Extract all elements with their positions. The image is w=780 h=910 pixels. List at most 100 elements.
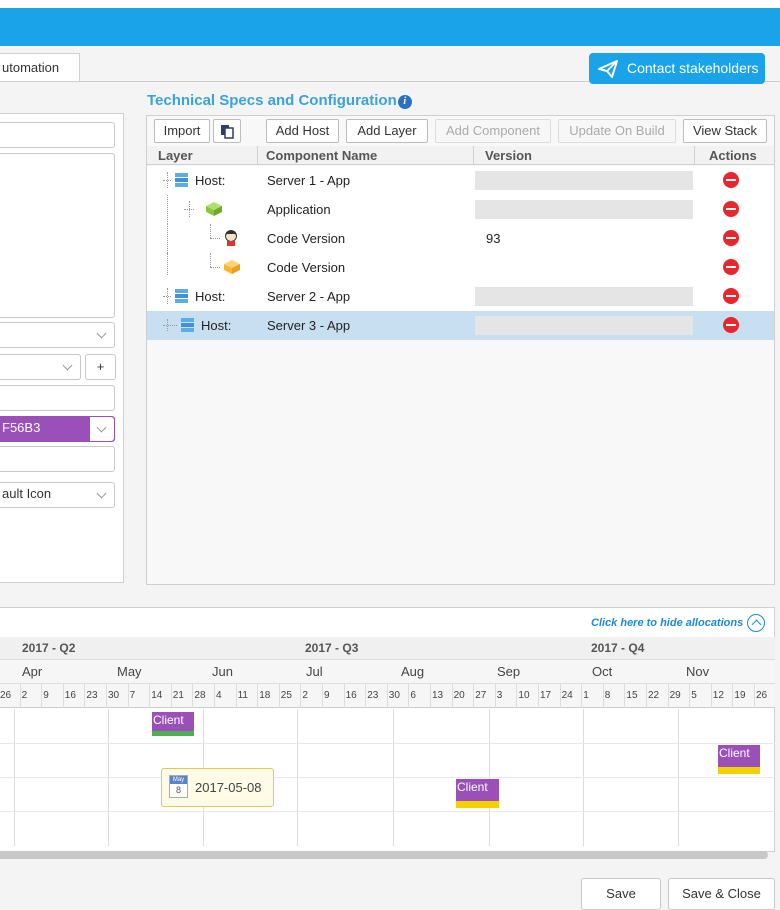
week-divider (343, 684, 345, 708)
column-divider (473, 146, 474, 165)
week-divider (516, 684, 518, 708)
tree-connector (167, 288, 168, 304)
row-version: 93 (486, 231, 501, 246)
table-row[interactable]: Code Version 93 (147, 224, 774, 253)
add-category-button[interactable]: + (85, 354, 116, 380)
week-divider (192, 684, 194, 708)
delete-icon[interactable] (723, 172, 739, 188)
delete-icon[interactable] (723, 230, 739, 246)
color-select[interactable]: F56B3 (0, 416, 115, 442)
week-divider (257, 684, 259, 708)
delete-icon[interactable] (723, 288, 739, 304)
version-field[interactable] (475, 171, 693, 190)
chevron-down-icon (96, 328, 107, 339)
info-icon[interactable]: i (397, 95, 412, 109)
row-layer: Host: (201, 318, 232, 333)
table-row[interactable]: Code Version (147, 253, 774, 282)
allocation-block[interactable]: Client (718, 745, 760, 774)
week-label: 2 (302, 690, 308, 701)
allocation-status-bar (456, 801, 499, 808)
add-layer-button[interactable]: Add Layer (346, 119, 428, 143)
table-row[interactable]: Host: Server 2 - App (147, 282, 774, 311)
week-divider (451, 684, 453, 708)
notes-field[interactable] (0, 446, 115, 472)
week-label: 10 (518, 690, 530, 701)
week-label: 16 (64, 690, 76, 701)
month-label: Oct (592, 664, 613, 679)
delete-icon[interactable] (723, 259, 739, 275)
delete-icon[interactable] (723, 201, 739, 217)
date-tooltip: May 8 2017-05-08 (161, 768, 274, 807)
week-divider (624, 684, 626, 708)
week-divider (62, 684, 64, 708)
month-label: May (117, 664, 142, 679)
add-host-button[interactable]: Add Host (266, 119, 339, 143)
week-label: 27 (475, 690, 487, 701)
month-label: Jun (212, 664, 233, 679)
view-stack-button[interactable]: View Stack (683, 119, 767, 143)
cube-icon (206, 202, 222, 216)
week-divider (214, 684, 215, 708)
update-on-build-button[interactable]: Update On Build (558, 119, 676, 143)
server-icon (175, 289, 188, 303)
week-label: 2 (21, 690, 28, 701)
grid-row-line (0, 811, 775, 812)
column-divider (257, 146, 258, 165)
category-select[interactable] (0, 354, 81, 380)
name-field[interactable] (0, 122, 115, 148)
tree-connector (167, 224, 168, 253)
week-divider (84, 684, 86, 708)
allocation-block[interactable]: Client (456, 779, 499, 808)
week-divider (149, 684, 151, 708)
tree-connector (163, 325, 177, 326)
delete-icon[interactable] (723, 317, 739, 333)
week-label: 16 (345, 690, 357, 701)
owner-field[interactable] (0, 385, 115, 411)
table-row[interactable]: Host: Server 1 - App (147, 166, 774, 195)
week-label: 23 (367, 690, 379, 701)
week-divider (646, 684, 647, 708)
color-value: F56B3 (2, 420, 41, 435)
specs-title-text: Technical Specs and Configuration (147, 92, 397, 109)
add-component-button[interactable]: Add Component (435, 119, 551, 143)
week-label: 25 (280, 690, 292, 701)
version-field[interactable] (475, 200, 693, 219)
week-divider (127, 684, 129, 708)
week-divider (494, 684, 496, 708)
week-divider (667, 684, 669, 708)
row-component: Server 1 - App (267, 173, 351, 188)
week-divider (710, 684, 712, 708)
week-label: 30 (388, 690, 400, 701)
table-row[interactable]: Application (147, 195, 774, 224)
week-label: 24 (561, 690, 573, 701)
column-divider (694, 146, 695, 165)
contact-stakeholders-label: Contact stakeholders (627, 60, 759, 76)
import-button[interactable]: Import (154, 119, 210, 143)
icon-select[interactable]: ault Icon (0, 482, 115, 508)
version-field[interactable] (475, 287, 693, 306)
table-row-selected[interactable]: Host: Server 3 - App (147, 311, 774, 340)
hide-allocations-link[interactable]: Click here to hide allocations (591, 616, 743, 630)
contact-stakeholders-button[interactable]: Contact stakeholders (589, 53, 765, 84)
top-header-bar (0, 8, 780, 46)
column-header-actions: Actions (709, 148, 757, 163)
week-label: 21 (172, 690, 184, 701)
version-field[interactable] (475, 316, 693, 335)
save-button[interactable]: Save (581, 878, 661, 910)
allocation-block[interactable]: Client (152, 712, 194, 736)
copy-button[interactable] (213, 119, 241, 143)
horizontal-scrollbar[interactable] (0, 851, 768, 859)
chevron-up-icon[interactable] (747, 614, 765, 632)
save-close-button[interactable]: Save & Close (668, 878, 775, 910)
type-select[interactable] (0, 322, 115, 348)
week-label: 28 (194, 690, 206, 701)
week-divider (754, 684, 755, 708)
tree-connector (167, 195, 168, 224)
week-label: 15 (626, 690, 638, 701)
allocation-label: Client (457, 780, 488, 794)
column-header-layer: Layer (158, 148, 193, 163)
row-component: Server 2 - App (267, 289, 351, 304)
tab-automation[interactable]: utomation (0, 53, 80, 82)
week-label: 4 (216, 690, 222, 701)
description-textarea[interactable] (0, 153, 115, 318)
